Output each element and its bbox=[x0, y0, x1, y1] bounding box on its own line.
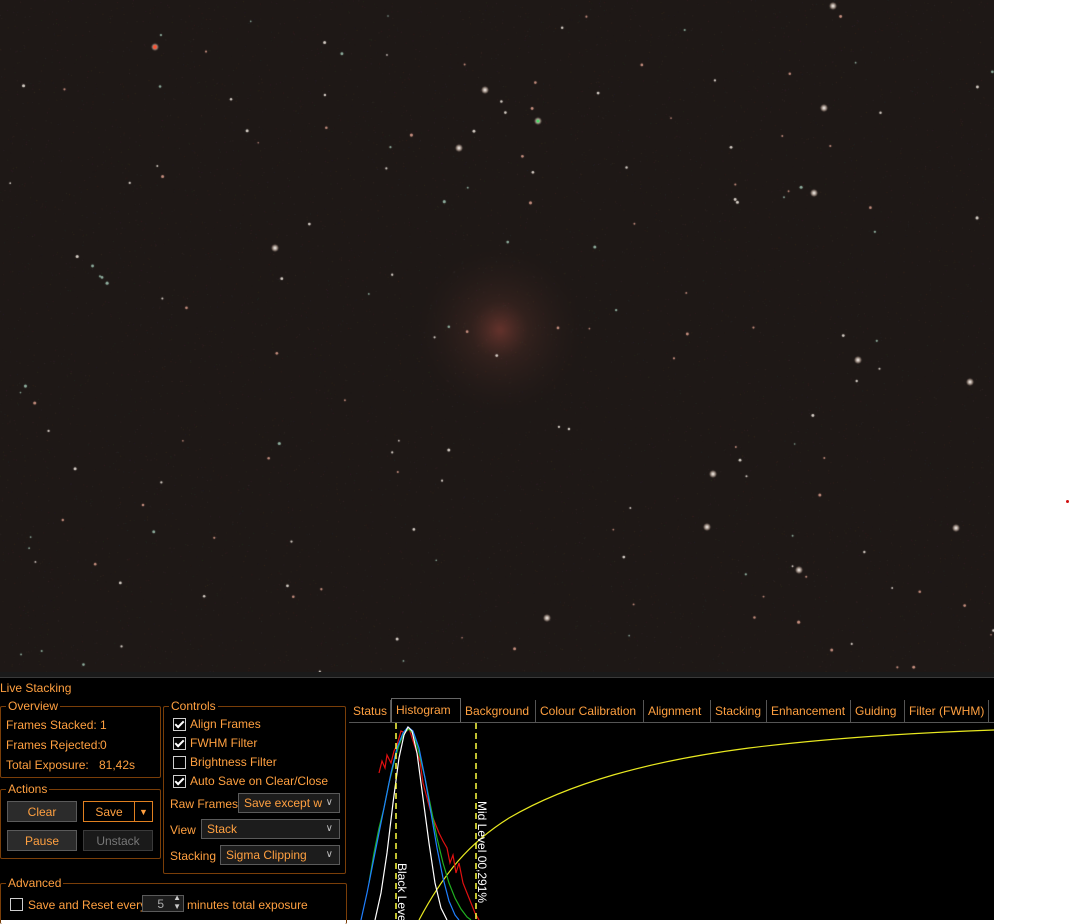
mid-level-label: Mid Level 00,291% bbox=[475, 801, 489, 903]
frames-rejected-label: Frames Rejected: bbox=[6, 738, 101, 752]
view-value: Stack bbox=[207, 822, 238, 836]
chevron-down-icon: ∨ bbox=[325, 823, 333, 834]
chevron-down-icon: ∨ bbox=[325, 797, 333, 808]
histogram-blue-series bbox=[360, 726, 460, 920]
auto-save-checkbox[interactable] bbox=[173, 775, 186, 788]
frames-rejected-row: Frames Rejected: 0 bbox=[6, 738, 107, 752]
advanced-group: Advanced Save and Reset every 5 ▲ ▼ minu… bbox=[0, 876, 347, 924]
brightness-filter-label: Brightness Filter bbox=[190, 755, 277, 769]
minutes-suffix: minutes total exposure bbox=[187, 898, 308, 912]
fwhm-filter-checkbox[interactable] bbox=[173, 737, 186, 750]
stacking-label: Stacking bbox=[170, 849, 217, 863]
save-dropdown-button[interactable]: ▼ bbox=[134, 801, 153, 822]
stretch-curve bbox=[418, 729, 994, 920]
total-exposure-value: 81,42s bbox=[99, 758, 136, 772]
clear-button[interactable]: Clear bbox=[7, 801, 77, 822]
histogram-green-series bbox=[368, 728, 472, 920]
frames-stacked-label: Frames Stacked: bbox=[6, 718, 97, 732]
panel-splitter[interactable] bbox=[0, 672, 994, 678]
frames-rejected-value: 0 bbox=[100, 738, 107, 752]
controls-group: Controls Align Frames FWHM Filter Bright… bbox=[163, 699, 346, 874]
stacked-sky-image[interactable] bbox=[0, 0, 994, 672]
black-level-label: Black Level bbox=[395, 863, 409, 920]
actions-group: Actions Clear Save ▼ Pause Unstack bbox=[0, 782, 161, 859]
save-reset-checkbox[interactable] bbox=[10, 898, 23, 911]
tab-filter-fwhm[interactable]: Filter (FWHM) bbox=[905, 700, 989, 722]
tab-histogram[interactable]: Histogram bbox=[391, 698, 461, 722]
view-label: View bbox=[170, 823, 196, 837]
raw-frames-label: Raw Frames bbox=[170, 797, 239, 811]
total-exposure-label: Total Exposure: bbox=[6, 758, 89, 772]
view-select[interactable]: Stack ∨ bbox=[201, 819, 340, 839]
auto-save-label: Auto Save on Clear/Close bbox=[190, 774, 329, 788]
chevron-down-icon: ∨ bbox=[325, 849, 333, 860]
brightness-filter-checkbox[interactable] bbox=[173, 756, 186, 769]
minutes-stepper[interactable]: 5 ▲ ▼ bbox=[142, 893, 184, 912]
overview-group: Overview Frames Stacked: 1 Frames Reject… bbox=[0, 699, 161, 778]
red-dot-marker bbox=[1066, 500, 1069, 503]
tab-status[interactable]: Status bbox=[349, 700, 391, 722]
advanced-legend: Advanced bbox=[6, 876, 64, 890]
frames-stacked-row: Frames Stacked: 1 bbox=[6, 718, 107, 732]
unstack-button[interactable]: Unstack bbox=[83, 830, 153, 851]
actions-legend: Actions bbox=[6, 782, 50, 796]
panel-title: Live Stacking bbox=[0, 681, 72, 695]
raw-frames-select[interactable]: Save except w ∨ bbox=[238, 793, 340, 813]
chevron-down-icon: ▼ bbox=[139, 807, 148, 817]
raw-frames-value: Save except w bbox=[244, 796, 323, 810]
tab-background[interactable]: Background bbox=[461, 700, 536, 722]
tab-guiding[interactable]: Guiding bbox=[851, 700, 905, 722]
tab-enhancement[interactable]: Enhancement bbox=[767, 700, 851, 722]
align-frames-checkbox[interactable] bbox=[173, 718, 186, 731]
histogram-red-series bbox=[378, 726, 480, 920]
spin-down-icon[interactable]: ▼ bbox=[173, 902, 181, 911]
spin-up-icon[interactable]: ▲ bbox=[173, 893, 181, 902]
total-exposure-row: Total Exposure: 81,42s bbox=[6, 758, 135, 772]
live-stacking-panel: Live Stacking Overview Frames Stacked: 1… bbox=[0, 672, 994, 924]
save-reset-label: Save and Reset every bbox=[28, 898, 147, 912]
histogram-chart[interactable]: Black Level Mid Level 00,291% bbox=[349, 723, 994, 920]
pause-button[interactable]: Pause bbox=[7, 830, 77, 851]
tab-alignment[interactable]: Alignment bbox=[644, 700, 711, 722]
tab-colour-calibration[interactable]: Colour Calibration bbox=[536, 700, 644, 722]
align-frames-label: Align Frames bbox=[190, 717, 261, 731]
minutes-value: 5 bbox=[157, 897, 164, 911]
stacking-select[interactable]: Sigma Clipping ∨ bbox=[220, 845, 340, 865]
controls-legend: Controls bbox=[169, 699, 218, 713]
overview-legend: Overview bbox=[6, 699, 61, 713]
stacking-value: Sigma Clipping bbox=[226, 848, 307, 862]
tab-stacking[interactable]: Stacking bbox=[711, 700, 767, 722]
fwhm-filter-label: FWHM Filter bbox=[190, 736, 258, 750]
save-button[interactable]: Save bbox=[83, 801, 135, 822]
frames-stacked-value: 1 bbox=[100, 718, 107, 732]
